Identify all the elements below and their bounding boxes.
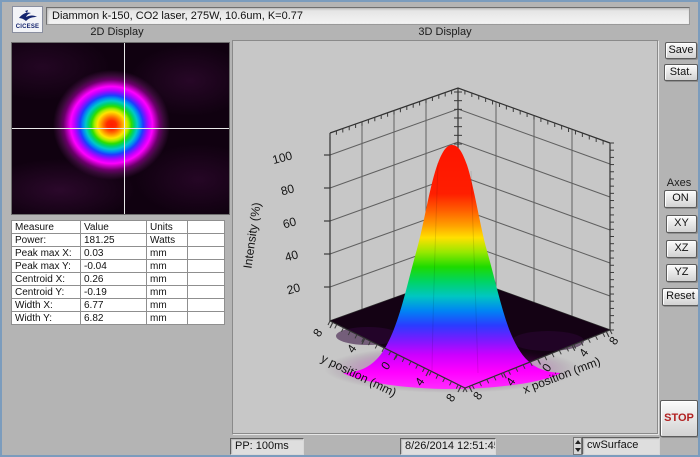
stop-button[interactable]: STOP xyxy=(660,400,698,437)
beam-profile-2d-display[interactable] xyxy=(11,42,230,215)
spinner-up-icon[interactable] xyxy=(575,440,581,444)
table-row: Peak max X: 0.03 mm xyxy=(12,247,225,260)
display-2d-label: 2D Display xyxy=(2,26,232,38)
table-row: Width X: 6.77 mm xyxy=(12,299,225,312)
3d-surface-plot: Intensity (%) 100 80 60 40 20 8 4 0 4 8 … xyxy=(233,41,657,433)
value-cell: 6.82 xyxy=(81,312,147,325)
units-cell: Watts xyxy=(147,234,188,247)
axes-on-button[interactable]: ON xyxy=(664,190,697,208)
z-tick-label: 40 xyxy=(283,247,300,264)
value-cell: 0.03 xyxy=(81,247,147,260)
units-cell: mm xyxy=(147,273,188,286)
bird-icon xyxy=(17,10,39,24)
col-header-value: Value xyxy=(81,221,147,234)
units-cell: mm xyxy=(147,312,188,325)
units-cell: mm xyxy=(147,247,188,260)
extra-cell xyxy=(188,312,225,325)
pulse-period-indicator: PP: 100ms xyxy=(230,438,304,455)
measure-cell: Power: xyxy=(12,234,81,247)
extra-cell xyxy=(188,260,225,273)
axes-yz-button[interactable]: YZ xyxy=(666,264,697,282)
value-cell: -0.04 xyxy=(81,260,147,273)
z-tick-label: 100 xyxy=(271,148,294,167)
measure-cell: Width Y: xyxy=(12,312,81,325)
table-row: Power: 181.25 Watts xyxy=(12,234,225,247)
extra-cell xyxy=(188,234,225,247)
extra-cell xyxy=(188,247,225,260)
measure-cell: Width X: xyxy=(12,299,81,312)
mode-selector[interactable]: cwSurface xyxy=(582,437,660,455)
value-cell: -0.19 xyxy=(81,286,147,299)
col-header-units: Units xyxy=(147,221,188,234)
extra-cell xyxy=(188,299,225,312)
axes-xy-button[interactable]: XY xyxy=(666,215,697,233)
beam-spot xyxy=(53,70,170,179)
value-cell: 0.26 xyxy=(81,273,147,286)
measure-cell: Peak max X: xyxy=(12,247,81,260)
z-tick-label: 80 xyxy=(279,181,296,198)
table-row: Width Y: 6.82 mm xyxy=(12,312,225,325)
z-tick-label: 20 xyxy=(285,280,302,297)
table-row: Centroid Y: -0.19 mm xyxy=(12,286,225,299)
extra-cell xyxy=(188,273,225,286)
axes-xz-button[interactable]: XZ xyxy=(666,240,697,258)
spinner-down-icon[interactable] xyxy=(575,448,581,452)
measurement-table: Measure Value Units Power: 181.25 Watts … xyxy=(11,220,225,325)
units-cell: mm xyxy=(147,286,188,299)
beam-profiler-window: CICESE Diammon k-150, CO2 laser, 275W, 1… xyxy=(0,0,700,457)
x-tick-label: 8 xyxy=(606,334,621,348)
value-cell: 181.25 xyxy=(81,234,147,247)
col-header-measure: Measure xyxy=(12,221,81,234)
col-header-extra xyxy=(188,221,225,234)
extra-cell xyxy=(188,286,225,299)
stat-button[interactable]: Stat. xyxy=(664,64,698,81)
units-cell: mm xyxy=(147,299,188,312)
z-axis-title: Intensity (%) xyxy=(240,201,263,269)
axes-reset-button[interactable]: Reset xyxy=(662,288,699,306)
measure-cell: Centroid Y: xyxy=(12,286,81,299)
y-tick-label: 8 xyxy=(310,326,325,340)
table-row: Centroid X: 0.26 mm xyxy=(12,273,225,286)
units-cell: mm xyxy=(147,260,188,273)
session-title-field[interactable]: Diammon k-150, CO2 laser, 275W, 10.6um, … xyxy=(46,7,690,25)
value-cell: 6.77 xyxy=(81,299,147,312)
measure-cell: Peak max Y: xyxy=(12,260,81,273)
axes-label: Axes xyxy=(659,177,699,189)
table-row: Peak max Y: -0.04 mm xyxy=(12,260,225,273)
crosshair-horizontal xyxy=(12,128,229,129)
z-tick-label: 60 xyxy=(281,214,298,231)
table-header-row: Measure Value Units xyxy=(12,221,225,234)
measure-cell: Centroid X: xyxy=(12,273,81,286)
save-button[interactable]: Save xyxy=(665,42,697,59)
mode-spinner[interactable] xyxy=(573,437,582,455)
display-3d-label: 3D Display xyxy=(232,26,658,38)
beam-profile-3d-display[interactable]: Intensity (%) 100 80 60 40 20 8 4 0 4 8 … xyxy=(232,40,658,434)
datetime-indicator: 8/26/2014 12:51:45 PM xyxy=(400,438,496,455)
